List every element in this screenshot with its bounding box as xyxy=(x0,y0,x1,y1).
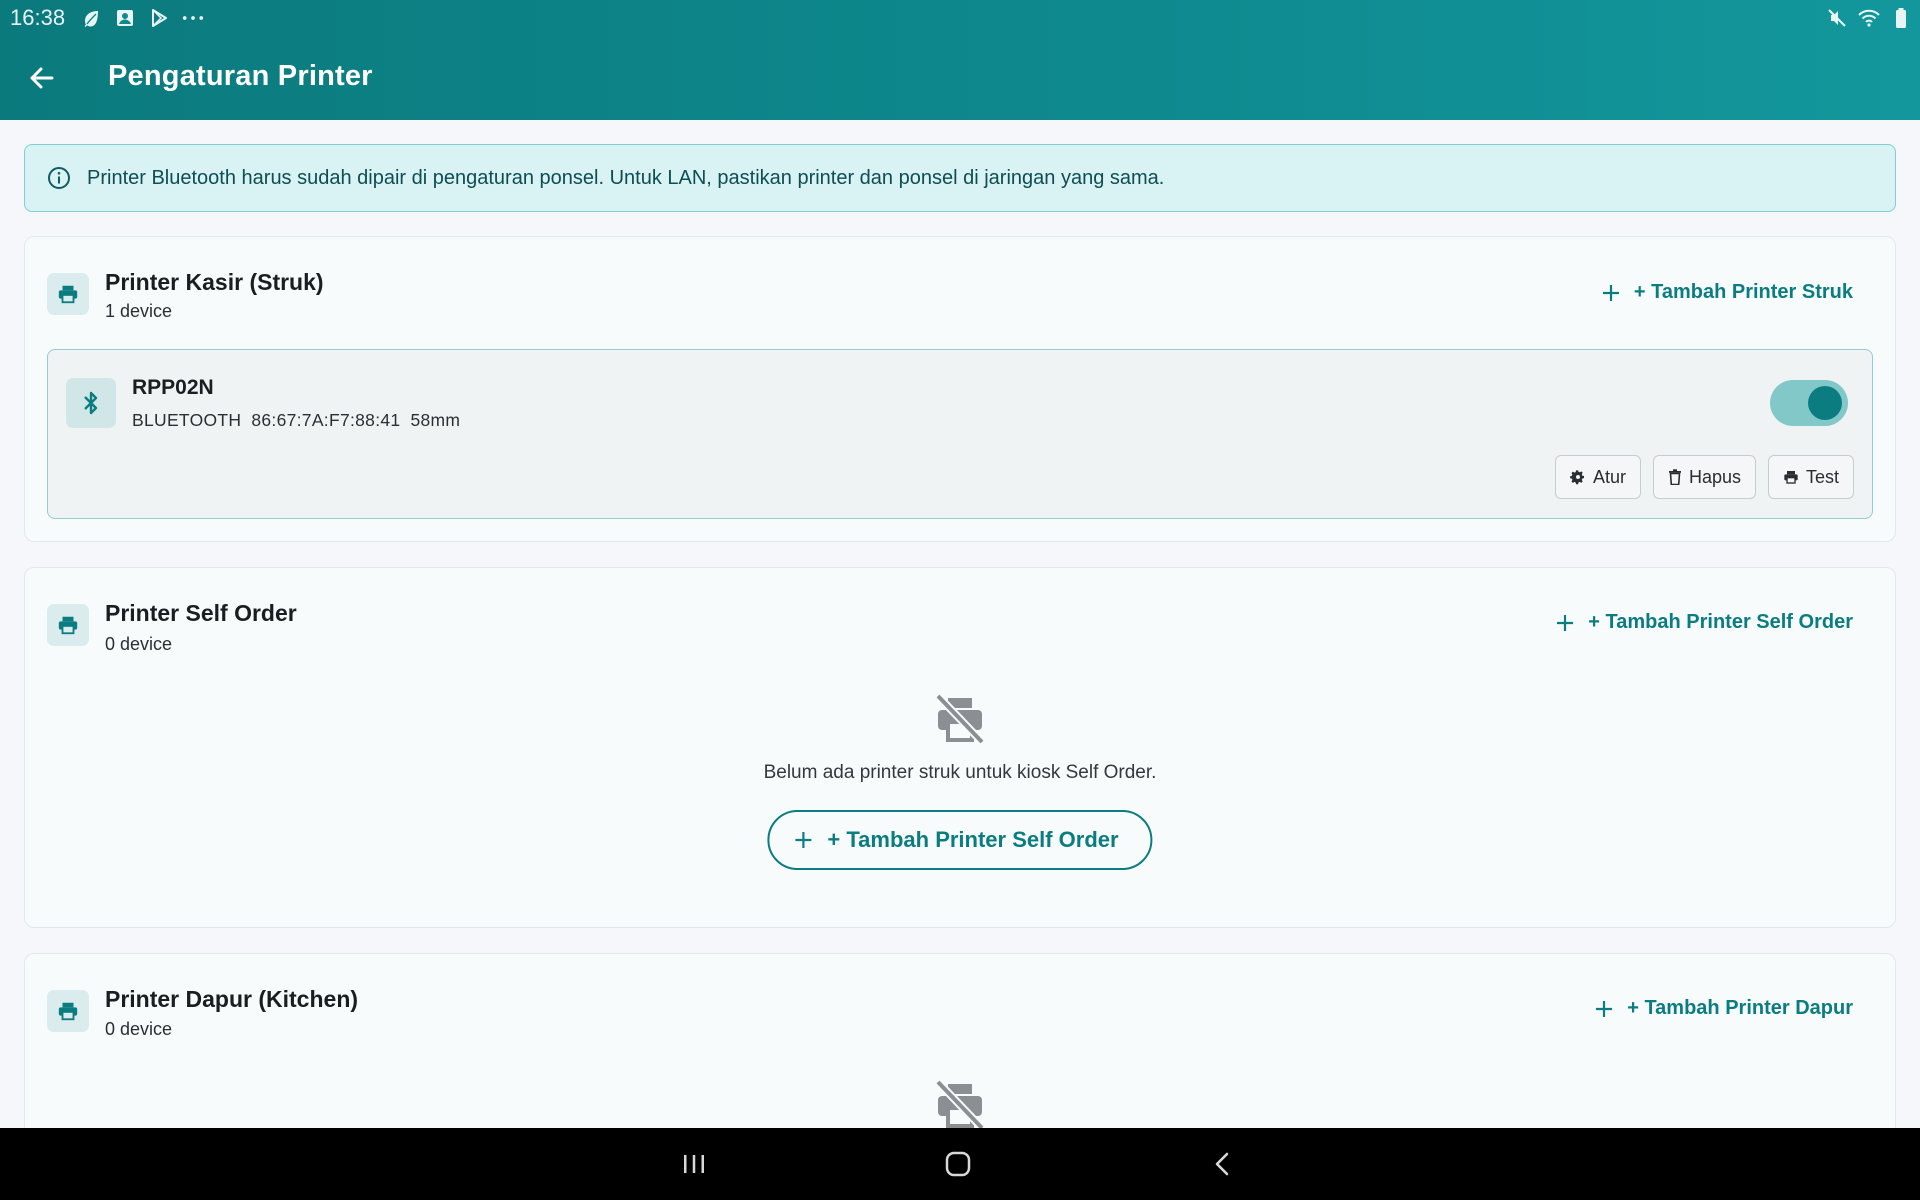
plus-icon xyxy=(1602,284,1619,301)
trash-icon xyxy=(1668,469,1681,485)
recents-icon xyxy=(684,1155,704,1173)
toggle-knob xyxy=(1808,386,1842,420)
hapus-label: Hapus xyxy=(1688,466,1741,487)
section-title: Printer Self Order xyxy=(105,600,297,626)
bluetooth-icon xyxy=(66,378,116,428)
printer-off-icon xyxy=(934,1079,986,1135)
section-printer-self-order: Printer Self Order 0 device + Tambah Pri… xyxy=(24,567,1896,928)
empty-add-printer-self-order-button[interactable]: + Tambah Printer Self Order xyxy=(767,810,1153,870)
printer-icon xyxy=(47,990,89,1032)
battery-icon xyxy=(1890,7,1912,29)
app-bar: 16:38 Pengaturan Printer xyxy=(0,0,1920,120)
device-meta: BLUETOOTH 86:67:7A:F7:88:41 58mm xyxy=(132,410,460,431)
arrow-left-icon xyxy=(30,67,54,89)
add-printer-struk-button[interactable]: + Tambah Printer Struk xyxy=(1600,281,1853,304)
add-printer-self-order-button[interactable]: + Tambah Printer Self Order xyxy=(1554,611,1853,634)
atur-button[interactable]: Atur xyxy=(1554,455,1641,499)
add-printer-dapur-label: + Tambah Printer Dapur xyxy=(1627,997,1853,1019)
play-store-icon xyxy=(148,7,170,29)
atur-label: Atur xyxy=(1592,466,1626,487)
system-back-button[interactable] xyxy=(1204,1146,1240,1182)
section-count: 1 device xyxy=(105,301,173,321)
section-title: Printer Dapur (Kitchen) xyxy=(105,986,359,1012)
test-print-button[interactable]: Test xyxy=(1767,455,1854,499)
device-address: 86:67:7A:F7:88:41 xyxy=(251,410,401,430)
back-button[interactable] xyxy=(24,60,60,96)
section-count: 0 device xyxy=(105,1019,173,1039)
recent-apps-button[interactable] xyxy=(676,1146,712,1182)
wifi-icon xyxy=(1858,7,1880,29)
plus-icon xyxy=(1557,614,1574,631)
hapus-button[interactable]: Hapus xyxy=(1652,455,1756,499)
leaf-icon xyxy=(80,7,102,29)
device-paper: 58mm xyxy=(410,410,461,430)
mute-icon xyxy=(1826,7,1848,29)
add-printer-self-order-label: + Tambah Printer Self Order xyxy=(1588,611,1853,633)
more-dots-icon xyxy=(182,7,204,29)
printer-off-icon xyxy=(934,693,986,749)
info-banner: Printer Bluetooth harus sudah dipair di … xyxy=(24,144,1896,212)
printer-icon xyxy=(47,273,89,315)
chevron-left-icon xyxy=(1215,1152,1229,1176)
device-enable-toggle[interactable] xyxy=(1770,380,1848,426)
info-banner-text: Printer Bluetooth harus sudah dipair di … xyxy=(87,166,1165,189)
plus-icon xyxy=(795,832,812,848)
add-printer-dapur-button[interactable]: + Tambah Printer Dapur xyxy=(1593,997,1853,1020)
plus-icon xyxy=(1596,1000,1613,1017)
empty-state-text: Belum ada printer struk untuk kiosk Self… xyxy=(763,762,1157,783)
test-label: Test xyxy=(1805,466,1839,487)
device-actions: Atur Hapus Test xyxy=(1554,455,1854,499)
device-row[interactable]: RPP02N BLUETOOTH 86:67:7A:F7:88:41 58mm … xyxy=(47,349,1873,519)
page-title: Pengaturan Printer xyxy=(108,60,373,92)
empty-add-label: + Tambah Printer Self Order xyxy=(827,827,1119,852)
printer-icon xyxy=(47,604,89,646)
image-icon xyxy=(114,7,136,29)
home-button[interactable] xyxy=(940,1146,976,1182)
status-time: 16:38 xyxy=(10,5,66,30)
home-icon xyxy=(945,1151,971,1177)
info-icon xyxy=(48,167,70,189)
device-name: RPP02N xyxy=(132,376,214,399)
gear-icon xyxy=(1570,470,1584,485)
section-count: 0 device xyxy=(105,634,173,654)
add-printer-struk-label: + Tambah Printer Struk xyxy=(1633,281,1853,303)
printer-icon xyxy=(1784,471,1798,484)
device-type: BLUETOOTH xyxy=(132,410,242,430)
section-printer-kasir: Printer Kasir (Struk) 1 device + Tambah … xyxy=(24,236,1896,542)
status-bar: 16:38 xyxy=(0,0,1920,36)
section-title: Printer Kasir (Struk) xyxy=(105,269,324,295)
system-nav-bar xyxy=(0,1128,1920,1200)
